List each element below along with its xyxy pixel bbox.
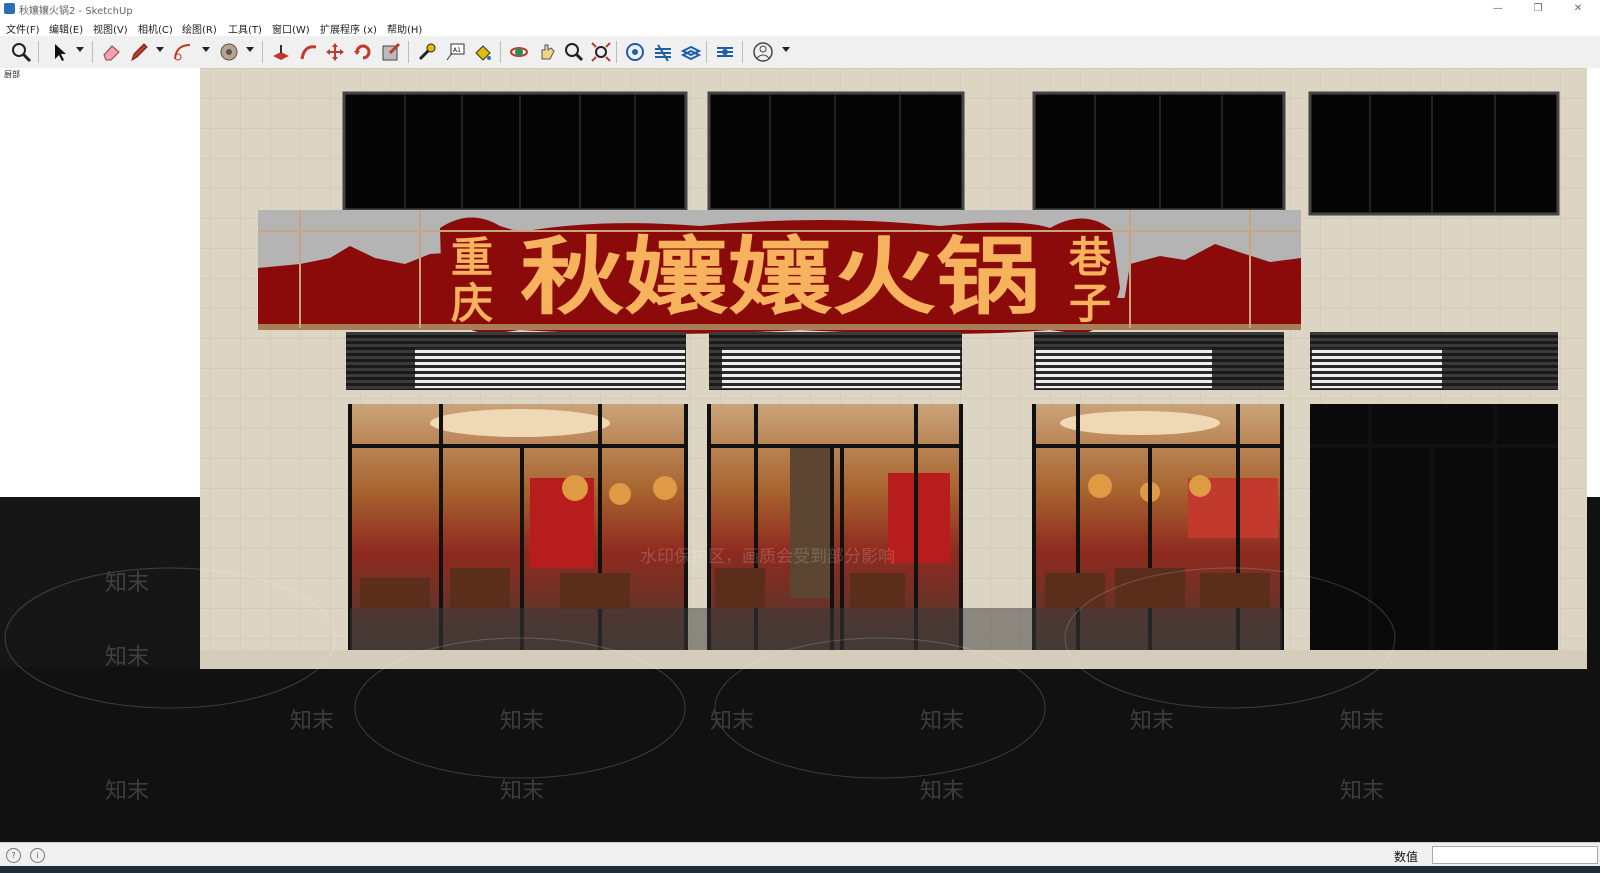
louver-4-light: [1312, 348, 1442, 388]
tape-measure-icon[interactable]: [416, 41, 438, 63]
toolbar-separator: [616, 41, 617, 63]
upper-window-4: [1308, 91, 1560, 216]
menu-draw[interactable]: 绘图(R): [182, 21, 217, 36]
text-icon[interactable]: A1: [444, 41, 466, 63]
info-icon[interactable]: i: [30, 848, 45, 863]
watermark-text: 知末: [1340, 779, 1384, 804]
model-viewport[interactable]: 厨部 重 庆 秋孃孃火锅 巷 子 知末 知末 知末 知末 知末 知末 知末 知末…: [0, 68, 1600, 842]
toolbar-separator: [92, 41, 93, 63]
toolbar-separator: [262, 41, 263, 63]
paint-bucket-icon[interactable]: [218, 41, 240, 63]
title-bar: 秋孃孃火锅2 - SketchUp — ❐ ✕: [0, 0, 1600, 18]
menu-tools[interactable]: 工具(T): [228, 21, 262, 36]
menu-bar: 文件(F) 编辑(E) 视图(V) 相机(C) 绘图(R) 工具(T) 窗口(W…: [0, 18, 1600, 36]
toolbar-separator: [38, 41, 39, 63]
status-bar: ? i 数值: [0, 842, 1600, 867]
menu-camera[interactable]: 相机(C): [138, 21, 173, 36]
chevron-down-icon[interactable]: [156, 47, 164, 52]
louver-2-light: [722, 348, 960, 388]
toolbar-separator: [742, 41, 743, 63]
watermark-text: 知末: [105, 645, 149, 670]
pan-icon[interactable]: [536, 41, 558, 63]
sign-left-char-2: 庆: [451, 279, 493, 328]
eraser-icon[interactable]: [100, 41, 122, 63]
watermark-text: 知末: [1130, 709, 1174, 734]
watermark-text: 知末: [920, 779, 964, 804]
text-tool-label: A1: [453, 47, 461, 54]
minimize-button[interactable]: —: [1478, 0, 1518, 18]
os-taskbar: [0, 866, 1600, 873]
follow-me-icon[interactable]: [298, 41, 320, 63]
account-icon[interactable]: [752, 41, 774, 63]
push-pull-icon[interactable]: [270, 41, 292, 63]
storefront-model: 重 庆 秋孃孃火锅 巷 子 知末 知末 知末 知末 知末 知末 知末 知末 知末…: [0, 68, 1600, 842]
watermark-text: 知末: [105, 779, 149, 804]
extension-warehouse-icon[interactable]: [652, 41, 674, 63]
louver-1-light: [415, 348, 685, 388]
watermark-notice: 水印保护区，画质会受到部分影响: [640, 547, 895, 567]
menu-edit[interactable]: 编辑(E): [49, 21, 83, 36]
red-banner-2: [888, 473, 950, 563]
extension-manager-icon[interactable]: [714, 41, 736, 63]
chevron-down-icon[interactable]: [782, 47, 790, 52]
menu-extensions[interactable]: 扩展程序 (x): [320, 21, 377, 36]
left-dark-strip: [0, 497, 200, 667]
menu-help[interactable]: 帮助(H): [387, 21, 422, 36]
measurements-label: 数值: [1394, 850, 1419, 864]
zoom-window-icon[interactable]: [562, 41, 584, 63]
watermark-text: 知末: [290, 709, 334, 734]
measurements-input[interactable]: [1432, 846, 1598, 864]
watermark-text: 知末: [500, 709, 544, 734]
ceiling-light-2: [1060, 411, 1220, 435]
orbit-icon[interactable]: [508, 41, 530, 63]
paint-icon[interactable]: [472, 41, 494, 63]
watermark-text: 知末: [105, 571, 149, 596]
toolbar: A1: [0, 36, 1600, 69]
chevron-down-icon[interactable]: [202, 47, 210, 52]
move-icon[interactable]: [324, 41, 346, 63]
watermark-text: 知末: [710, 709, 754, 734]
watermark-text: 知末: [1340, 709, 1384, 734]
scene-tab-label[interactable]: 厨部: [4, 69, 20, 80]
zoom-extents-icon[interactable]: [590, 41, 612, 63]
louver-3-light: [1036, 348, 1212, 388]
layout-icon[interactable]: [680, 41, 702, 63]
interior-column: [790, 448, 832, 598]
watermark-text: 知末: [920, 709, 964, 734]
toolbar-separator: [408, 41, 409, 63]
facade-base: [200, 650, 1587, 669]
rotate-icon[interactable]: [352, 41, 374, 63]
sign-left-char-1: 重: [451, 233, 493, 282]
close-button[interactable]: ✕: [1558, 0, 1598, 18]
chevron-down-icon[interactable]: [76, 47, 84, 52]
menu-window[interactable]: 窗口(W): [272, 21, 310, 36]
menu-view[interactable]: 视图(V): [93, 21, 128, 36]
sign-right-char-2: 子: [1069, 279, 1111, 328]
chevron-down-icon[interactable]: [246, 47, 254, 52]
select-icon[interactable]: [48, 41, 70, 63]
menu-file[interactable]: 文件(F): [6, 21, 40, 36]
scale-icon[interactable]: [380, 41, 402, 63]
sketchup-logo-icon: [4, 3, 15, 14]
window-title: 秋孃孃火锅2 - SketchUp: [19, 6, 133, 17]
watermark-text: 知末: [500, 779, 544, 804]
toolbar-separator: [706, 41, 707, 63]
warehouse-icon[interactable]: [624, 41, 646, 63]
zoom-icon[interactable]: [10, 41, 32, 63]
pencil-icon[interactable]: [128, 41, 150, 63]
maximize-button[interactable]: ❐: [1518, 0, 1558, 18]
ceiling-light-1: [430, 409, 610, 437]
sign-main-title: 秋孃孃火锅: [520, 227, 1040, 326]
toolbar-separator: [500, 41, 501, 63]
help-icon[interactable]: ?: [6, 848, 21, 863]
arc-icon[interactable]: [172, 41, 194, 63]
signboard: 重 庆 秋孃孃火锅 巷 子: [258, 210, 1301, 334]
sign-right-char-1: 巷: [1068, 233, 1112, 282]
